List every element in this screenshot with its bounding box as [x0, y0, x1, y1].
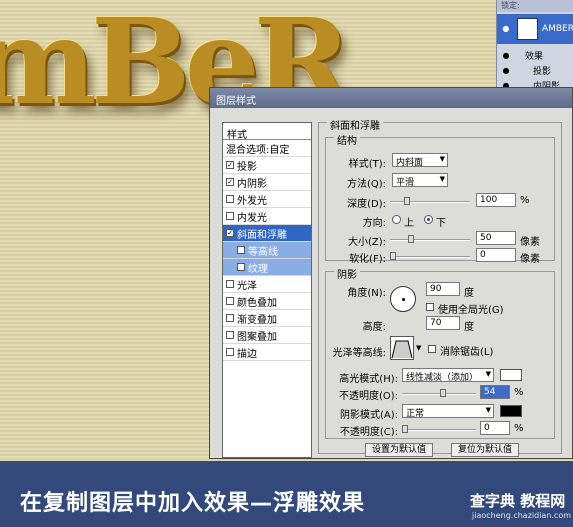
style-item-gradient-overlay[interactable]: 渐变叠加: [223, 310, 311, 327]
checkbox[interactable]: [226, 195, 234, 203]
make-default-button[interactable]: 设置为默认值: [365, 443, 433, 457]
angle-input[interactable]: 90: [426, 282, 460, 296]
style-item-contour[interactable]: 等高线: [223, 242, 311, 259]
size-input[interactable]: 50: [476, 231, 516, 245]
highlight-color-swatch[interactable]: [500, 369, 522, 381]
effect-row-drop-shadow[interactable]: ● 投影: [497, 63, 573, 78]
style-item-texture[interactable]: 纹理: [223, 259, 311, 276]
bevel-title: 斜面和浮雕: [327, 117, 383, 132]
shadow-opacity-input[interactable]: 0: [480, 421, 510, 435]
reset-default-button[interactable]: 复位为默认值: [451, 443, 519, 457]
size-slider[interactable]: [390, 235, 470, 243]
eye-icon[interactable]: ●: [501, 51, 511, 60]
shadow-color-swatch[interactable]: [500, 405, 522, 417]
highlight-opacity-input[interactable]: 54: [480, 385, 510, 399]
altitude-input[interactable]: 70: [426, 316, 460, 330]
dropdown-arrow-icon: ▼: [485, 406, 491, 414]
dropdown-arrow-icon: ▼: [439, 175, 445, 183]
effects-row[interactable]: ● 效果: [497, 48, 573, 63]
direction-down-radio[interactable]: [424, 215, 433, 224]
antialias-checkbox[interactable]: [428, 345, 436, 353]
layer-style-dialog: 图层样式 样式 混合选项:自定 ✓ 投影 ✓ 内阴影 外发光 内发光 ✓ 斜面和浮雕 …: [209, 87, 573, 459]
technique-dropdown[interactable]: 平滑 ▼: [392, 173, 448, 188]
bevel-group: 斜面和浮雕 结构 样式(T): 内斜面 ▼ 方法(Q): 平滑 ▼ 深度(D): 1…: [318, 117, 562, 457]
checkbox[interactable]: [226, 331, 234, 339]
style-item-bevel-emboss[interactable]: ✓ 斜面和浮雕: [223, 225, 311, 242]
shadow-opacity-slider[interactable]: [402, 425, 476, 433]
slider-knob[interactable]: [440, 389, 446, 397]
dial-center-icon: [402, 298, 405, 301]
style-dropdown[interactable]: 内斜面 ▼: [392, 153, 448, 168]
layer-row-amber[interactable]: ● T AMBER: [497, 14, 573, 44]
dropdown-arrow-icon[interactable]: ▼: [416, 344, 421, 352]
structure-title: 结构: [334, 132, 360, 147]
shading-title: 阴影: [334, 266, 360, 281]
shadow-mode-dropdown[interactable]: 正常 ▼: [402, 404, 494, 419]
dropdown-arrow-icon: ▼: [485, 370, 491, 378]
highlight-mode-dropdown[interactable]: 线性减淡（添加） ▼: [402, 368, 494, 383]
shading-group: 阴影 角度(N): 90 度 使用全局光(G) 高度: 70 度 光泽等高线: …: [325, 266, 555, 439]
style-item-satin[interactable]: 光泽: [223, 276, 311, 293]
checkbox[interactable]: [237, 246, 245, 254]
layers-lock-label: 锁定:: [497, 0, 573, 12]
styles-header[interactable]: 样式: [223, 123, 311, 141]
caption-text: 在复制图层中加入效果—浮雕效果: [20, 491, 366, 516]
style-item-inner-glow[interactable]: 内发光: [223, 208, 311, 225]
slider-knob[interactable]: [408, 235, 414, 243]
depth-input[interactable]: 100: [476, 193, 516, 207]
checkbox[interactable]: ✓: [226, 161, 234, 169]
slider-knob[interactable]: [404, 197, 410, 205]
style-item-color-overlay[interactable]: 颜色叠加: [223, 293, 311, 310]
checkbox[interactable]: [226, 314, 234, 322]
eye-icon[interactable]: ●: [501, 25, 511, 33]
style-item-stroke[interactable]: 描边: [223, 344, 311, 361]
soften-input[interactable]: 0: [476, 248, 516, 262]
direction-up-radio[interactable]: [392, 215, 401, 224]
layer-name: AMBER: [541, 24, 573, 34]
watermark-url: jiaocheng.chazidian.com: [472, 511, 572, 520]
angle-dial[interactable]: [390, 286, 416, 312]
slider-knob[interactable]: [390, 252, 396, 260]
eye-icon[interactable]: ●: [501, 66, 511, 75]
slider-knob[interactable]: [402, 425, 408, 433]
effects-label: 效果: [525, 52, 544, 62]
style-item-outer-glow[interactable]: 外发光: [223, 191, 311, 208]
dropdown-arrow-icon: ▼: [439, 155, 445, 163]
checkbox[interactable]: [226, 297, 234, 305]
style-item-pattern-overlay[interactable]: 图案叠加: [223, 327, 311, 344]
gloss-contour-preview[interactable]: [390, 336, 414, 360]
checkbox[interactable]: ✓: [226, 229, 234, 237]
checkbox[interactable]: ✓: [226, 178, 234, 186]
checkbox[interactable]: [226, 348, 234, 356]
checkbox[interactable]: [226, 280, 234, 288]
layer-thumbnail: T: [516, 18, 538, 40]
depth-slider[interactable]: [390, 197, 470, 205]
watermark-logo: 查字典 教程网: [470, 492, 566, 510]
soften-slider[interactable]: [390, 252, 470, 260]
layers-panel: 锁定: ● T AMBER ● 效果 ● 投影 ● 内阴影: [496, 0, 573, 92]
contour-curve-icon: [391, 340, 413, 359]
dialog-title: 图层样式: [210, 88, 572, 108]
highlight-opacity-slider[interactable]: [402, 389, 476, 397]
checkbox[interactable]: [226, 212, 234, 220]
style-item-inner-shadow[interactable]: ✓ 内阴影: [223, 174, 311, 191]
checkbox[interactable]: [237, 263, 245, 271]
style-item-drop-shadow[interactable]: ✓ 投影: [223, 157, 311, 174]
blend-options[interactable]: 混合选项:自定: [223, 140, 311, 157]
global-light-checkbox[interactable]: [426, 303, 434, 311]
styles-list: 样式 混合选项:自定 ✓ 投影 ✓ 内阴影 外发光 内发光 ✓ 斜面和浮雕 等高线 纹…: [222, 122, 312, 458]
structure-group: 结构 样式(T): 内斜面 ▼ 方法(Q): 平滑 ▼ 深度(D): 100 % 方…: [325, 132, 555, 265]
